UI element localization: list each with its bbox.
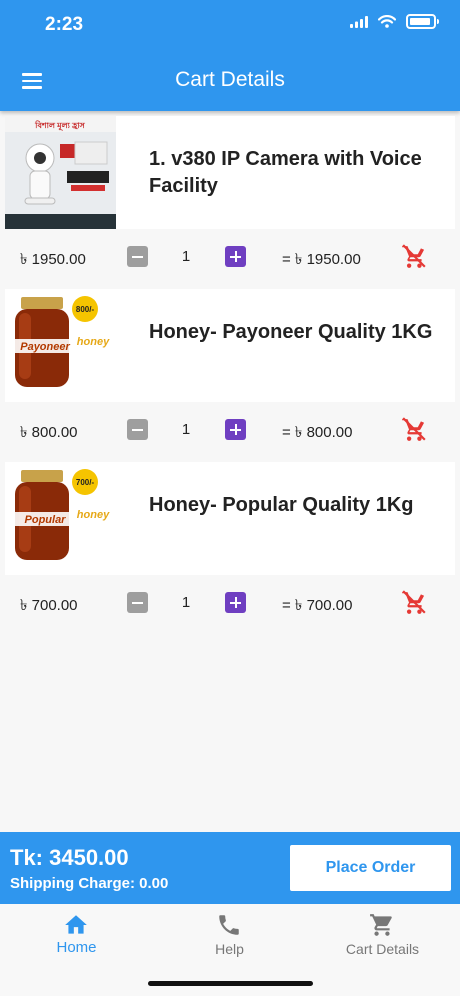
page-title: Cart Details [175,68,285,91]
nav-cart-details[interactable]: Cart Details [306,904,459,964]
cart-item: Payoneer 800/- honey Honey- Payoneer Qua… [0,284,460,457]
nav-home[interactable]: Home [0,904,153,964]
product-name: 1. v380 IP Camera with Voice Facility [149,148,422,197]
order-summary-bar: Tk: 3450.00 Shipping Charge: 0.00 Place … [0,832,460,904]
decrease-quantity-button[interactable] [127,419,148,440]
status-icons [350,14,439,29]
decrease-quantity-button[interactable] [127,592,148,613]
product-image-honey: Popular 700/- honey [5,462,116,575]
nav-label: Help [215,941,244,957]
unit-price: ৳ 800.00 [20,424,78,441]
cart-item: Popular 700/- honey Honey- Popular Quali… [0,457,460,630]
unit-price: ৳ 1950.00 [20,251,86,268]
remove-from-cart-icon[interactable] [401,590,427,616]
svg-text:honey: honey [77,509,110,521]
nav-help[interactable]: Help [153,904,306,964]
quantity-value: 1 [181,248,191,265]
cart-item: বিশাল মূল্য হ্রাস 1. v380 IP Camera with… [0,111,460,284]
svg-text:Payoneer: Payoneer [20,341,70,353]
order-total: Tk: 3450.00 [10,845,129,870]
cart-icon [370,914,392,936]
product-image-camera: বিশাল মূল্য হ্রাস [5,116,116,229]
home-icon [65,915,87,934]
item-card: বিশাল মূল্য হ্রাস 1. v380 IP Camera with… [5,116,455,229]
remove-from-cart-icon[interactable] [401,417,427,443]
remove-from-cart-icon[interactable] [401,244,427,270]
increase-quantity-button[interactable] [225,419,246,440]
product-name: Honey- Popular Quality 1Kg [149,494,414,516]
quantity-row: ৳ 1950.00 1 = ৳ 1950.00 [0,229,460,284]
battery-icon [406,14,439,29]
nav-label: Home [56,939,97,956]
quantity-row: ৳ 700.00 1 = ৳ 700.00 [0,575,460,630]
status-time: 2:23 [45,14,84,35]
signal-icon [350,15,368,28]
place-order-button[interactable]: Place Order [290,845,451,891]
svg-text:Popular: Popular [25,514,67,526]
quantity-value: 1 [181,594,191,611]
item-subtotal: = ৳ 800.00 [282,424,353,441]
svg-text:বিশাল মূল্য হ্রাস: বিশাল মূল্য হ্রাস [34,120,85,131]
increase-quantity-button[interactable] [225,246,246,267]
app-bar: 2:23 Cart Details [0,0,460,111]
item-card: Payoneer 800/- honey Honey- Payoneer Qua… [5,289,455,402]
nav-label: Cart Details [345,941,420,957]
item-subtotal: = ৳ 700.00 [282,597,353,614]
home-indicator [148,981,313,986]
svg-text:800/-: 800/- [76,305,95,314]
svg-text:700/-: 700/- [76,478,95,487]
quantity-row: ৳ 800.00 1 = ৳ 800.00 [0,402,460,457]
product-name: Honey- Payoneer Quality 1KG [149,321,433,343]
product-image-honey: Payoneer 800/- honey [5,289,116,402]
quantity-value: 1 [181,421,191,438]
shipping-charge: Shipping Charge: 0.00 [10,875,169,892]
item-subtotal: = ৳ 1950.00 [282,251,361,268]
item-card: Popular 700/- honey Honey- Popular Quali… [5,462,455,575]
wifi-icon [378,15,396,28]
increase-quantity-button[interactable] [225,592,246,613]
decrease-quantity-button[interactable] [127,246,148,267]
phone-icon [219,915,239,935]
unit-price: ৳ 700.00 [20,597,78,614]
cart-list: বিশাল মূল্য হ্রাস 1. v380 IP Camera with… [0,111,460,630]
svg-text:honey: honey [77,336,110,348]
